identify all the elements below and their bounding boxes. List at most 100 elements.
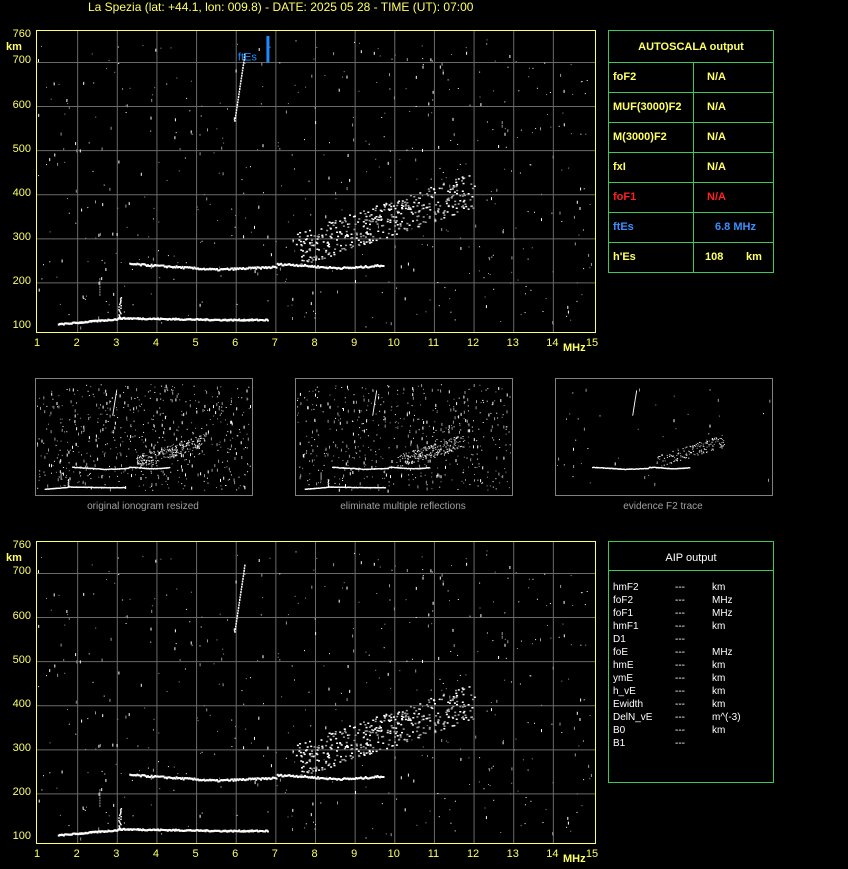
aip-row-label: B1	[613, 738, 626, 749]
aip-row-value: ---	[675, 582, 685, 593]
autoscala-row-divider	[693, 93, 694, 123]
x-tick-label: 1	[33, 848, 41, 860]
x-tick-label: 12	[466, 337, 480, 349]
aip-row-label: foE	[613, 647, 629, 658]
x-tick-label: 15	[585, 337, 599, 349]
aip-header: AIP output	[665, 552, 717, 564]
y-tick-label: 200	[12, 274, 31, 287]
aip-row-value: ---	[675, 608, 685, 619]
autoscala-row-label: foF2	[613, 71, 637, 83]
ionogram-canvas	[37, 542, 595, 843]
autoscala-row: foF1 N/A	[609, 182, 773, 213]
aip-row-value: ---	[675, 673, 685, 684]
x-tick-label: 8	[311, 848, 318, 860]
autoscala-row: ftEs 6.8 MHz	[609, 212, 773, 243]
x-tick-label: 12	[466, 848, 480, 860]
aip-row-unit: MHz	[712, 608, 733, 619]
autoscala-row-divider	[693, 243, 694, 273]
autoscala-row-label: ftEs	[613, 221, 634, 233]
ionogram-canvas	[297, 384, 511, 493]
thumbnail-eliminate-multiple	[295, 378, 513, 496]
x-tick-label: 3	[113, 337, 120, 349]
y-tick-label: 400	[12, 697, 31, 710]
aip-row-label: h_vE	[613, 686, 636, 697]
aip-row-unit: km	[712, 582, 726, 593]
aip-row-value: ---	[675, 660, 685, 671]
autoscala-row-value: N/A	[707, 101, 726, 113]
aip-row-label: DelN_vE	[613, 712, 653, 723]
aip-row-value: ---	[675, 699, 685, 710]
aip-row-unit: m^(-3)	[712, 712, 741, 723]
ionogram-canvas	[557, 388, 771, 486]
aip-row-value: ---	[675, 595, 685, 606]
ionogram-plot-top: ftEs	[36, 30, 596, 333]
x-tick-label: 7	[271, 337, 278, 349]
autoscala-row-label: fxI	[613, 161, 626, 173]
y-tick-label: 400	[12, 186, 31, 199]
aip-row-value: ---	[675, 686, 685, 697]
y-tick-label: 500	[12, 142, 31, 155]
ftes-marker-label: ftEs	[238, 51, 257, 63]
autoscala-row-label: M(3000)F2	[613, 131, 667, 143]
y-unit-label-top: km	[6, 41, 22, 53]
autoscala-row-value: 6.8 MHz	[715, 221, 756, 233]
y-tick-label: 100	[12, 319, 31, 331]
aip-row-value: ---	[675, 712, 685, 723]
autoscala-row-value: N/A	[707, 161, 726, 173]
y-tick-label: 300	[12, 741, 31, 754]
autoscala-row-label: foF1	[613, 191, 637, 203]
ionogram-title: La Spezia (lat: +44.1, lon: 009.8) - DAT…	[88, 0, 474, 14]
autoscala-row-value: 108	[705, 251, 724, 263]
aip-row-unit: km	[712, 660, 726, 671]
x-tick-label: 7	[271, 848, 278, 860]
y-tick-label: 200	[12, 785, 31, 798]
autoscala-row-value: N/A	[707, 191, 726, 203]
aip-row-value: ---	[675, 725, 685, 736]
autoscala-row-value: N/A	[707, 131, 726, 143]
autoscala-row: h'Es 108 km	[609, 242, 773, 273]
aip-row-label: B0	[613, 725, 626, 736]
aip-row-unit: MHz	[712, 647, 733, 658]
ionogram-canvas: ftEs	[37, 31, 595, 332]
thumbnail-original	[35, 378, 253, 496]
thumbnail-evidence-f2-caption: evidence F2 trace	[623, 501, 703, 512]
y-unit-label-bottom: km	[6, 552, 22, 564]
x-tick-label: 14	[546, 337, 559, 349]
x-tick-label: 5	[192, 848, 199, 860]
x-tick-label: 6	[232, 848, 239, 860]
autoscala-header: AUTOSCALA output	[638, 41, 744, 53]
aip-row-value: ---	[675, 621, 685, 632]
x-tick-label: 9	[351, 337, 358, 349]
y-tick-label: 700	[12, 565, 31, 578]
autoscala-row-divider	[693, 63, 694, 93]
x-tick-label: 2	[73, 848, 80, 860]
y-tick-label: 760	[12, 539, 31, 551]
x-tick-label: 2	[73, 337, 80, 349]
x-tick-label: 4	[152, 337, 159, 349]
autoscala-row-divider	[693, 123, 694, 153]
y-tick-label: 760	[12, 28, 31, 40]
autoscala-row-divider	[693, 153, 694, 183]
aip-row-label: ymE	[613, 673, 633, 684]
aip-row-label: hmE	[613, 660, 634, 671]
x-tick-label: 11	[427, 848, 440, 860]
thumbnail-eliminate-multiple-caption: eliminate multiple reflections	[340, 501, 466, 512]
aip-row-label: foF1	[613, 608, 634, 619]
aip-row-unit: MHz	[712, 595, 733, 606]
ionogram-plot-bottom	[36, 541, 596, 844]
aip-row-value: ---	[675, 738, 685, 749]
x-tick-label: 5	[192, 337, 199, 349]
aip-row-unit: km	[712, 725, 726, 736]
autoscala-row-divider	[693, 183, 694, 213]
aip-row-label: D1	[613, 634, 626, 645]
thumbnail-original-caption: original ionogram resized	[87, 501, 199, 512]
y-tick-label: 700	[12, 54, 31, 67]
y-tick-label: 100	[12, 830, 31, 842]
x-tick-label: 13	[506, 848, 519, 860]
x-tick-label: 9	[351, 848, 358, 860]
autoscala-row-label: h'Es	[613, 251, 636, 263]
autoscala-row-label: MUF(3000)F2	[613, 101, 682, 113]
x-tick-label: 8	[311, 337, 318, 349]
aip-row-value: ---	[675, 647, 685, 658]
aip-row-label: foF2	[613, 595, 634, 606]
